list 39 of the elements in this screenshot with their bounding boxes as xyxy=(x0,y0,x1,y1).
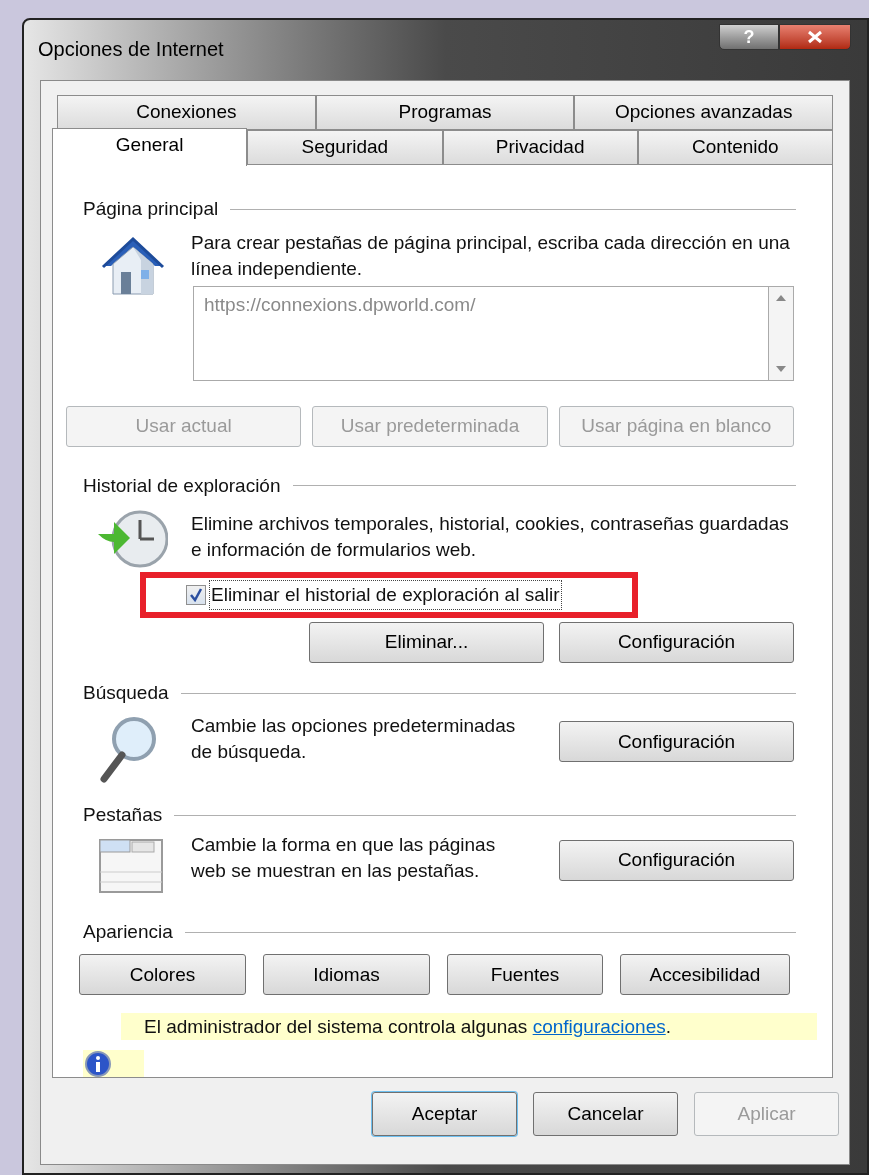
checkbox-label[interactable]: Eliminar el historial de exploración al salir xyxy=(209,579,562,611)
button[interactable]: Configuración xyxy=(559,621,794,663)
clock-icon xyxy=(96,508,168,570)
button[interactable]: Configuración xyxy=(559,839,794,881)
tab[interactable]: Contenido xyxy=(637,130,833,165)
tab[interactable]: Privacidad xyxy=(442,130,638,165)
close-icon xyxy=(806,30,824,44)
description-text: Cambie la forma en que las páginas web se muestran en las pestañas. xyxy=(191,832,497,883)
button[interactable]: Accesibilidad xyxy=(620,954,790,996)
settings-link[interactable]: configuraciones xyxy=(532,1016,666,1038)
tab[interactable]: Opciones avanzadas xyxy=(574,95,833,130)
button[interactable]: Fuentes xyxy=(447,954,603,996)
tab[interactable]: General xyxy=(52,128,248,166)
instruction-text: Para crear pestañas de página principal, escriba cada dirección en una línea independiente. xyxy=(191,230,791,281)
checkmark-icon xyxy=(189,587,203,602)
down-arrow-icon xyxy=(776,365,786,372)
section-heading: Búsqueda xyxy=(83,680,169,705)
checkbox[interactable] xyxy=(186,584,206,605)
button[interactable]: Idiomas xyxy=(263,954,430,996)
window-title: Opciones de Internet xyxy=(38,37,224,62)
section-heading: Página principal xyxy=(83,197,219,221)
button[interactable]: Cancelar xyxy=(533,1092,678,1136)
tab[interactable]: Seguridad xyxy=(247,130,443,165)
description-text: Elimine archivos temporales, historial, cookies, contraseñas guardadas e información de formularios web. xyxy=(191,512,790,562)
button[interactable]: Configuración xyxy=(559,721,794,763)
scrollbar[interactable] xyxy=(768,285,794,381)
button[interactable]: Aceptar xyxy=(372,1092,517,1136)
button[interactable]: Colores xyxy=(79,954,246,996)
tab[interactable]: Programas xyxy=(315,95,575,130)
description-text: Cambie las opciones predeterminadas de búsqueda. xyxy=(191,714,517,765)
admin-notice: El administrador del sistema controla algunas configuraciones. xyxy=(121,1013,817,1041)
section-heading: Pestañas xyxy=(83,803,163,827)
close-button[interactable] xyxy=(779,24,851,50)
button[interactable]: Eliminar... xyxy=(309,621,544,663)
up-arrow-icon xyxy=(776,294,786,301)
address-field[interactable]: https://connexions.dpworld.com/ xyxy=(193,285,768,381)
section-heading: Apariencia xyxy=(83,919,173,944)
tab[interactable]: Conexiones xyxy=(57,95,316,130)
section-heading: Historial de exploración xyxy=(83,473,281,498)
